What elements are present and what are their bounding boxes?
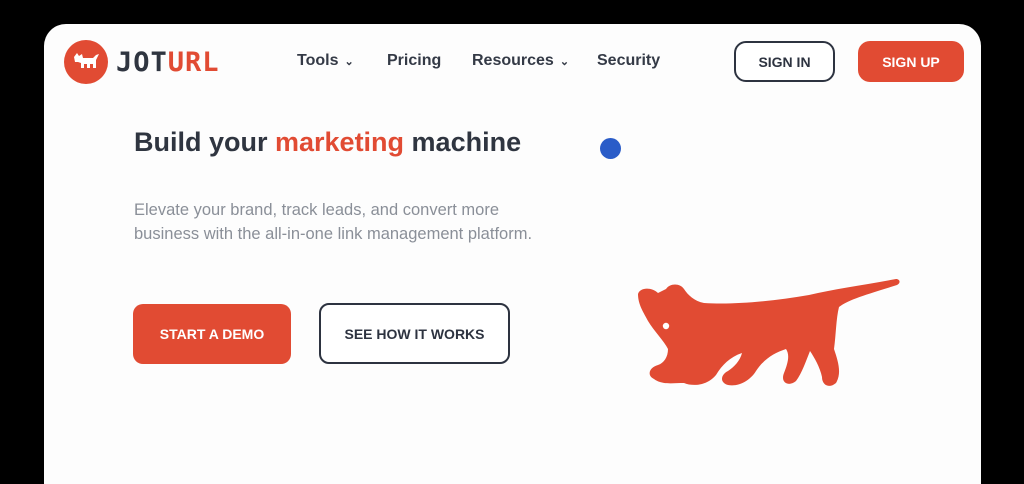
see-how-it-works-button[interactable]: SEE HOW IT WORKS (319, 303, 510, 364)
nav-item-label: Tools (297, 52, 339, 69)
decorative-dot (600, 138, 621, 159)
hero-description: Elevate your brand, track leads, and con… (134, 201, 533, 243)
dog-illustration (638, 279, 900, 386)
logo-badge (64, 40, 108, 84)
logo-text-url: URL (167, 46, 220, 78)
hero-title-accent: marketing (275, 127, 405, 157)
nav-item-pricing[interactable]: Pricing (387, 52, 441, 70)
browser-frame: JOTURL Tools ⌄ Pricing Resources ⌄ Securit… (44, 24, 981, 484)
sign-in-button[interactable]: SIGN IN (734, 41, 835, 82)
nav-item-tools[interactable]: Tools ⌄ (297, 52, 354, 70)
chevron-down-icon: ⌄ (344, 56, 354, 68)
dog-icon (74, 53, 99, 68)
nav-item-label: Resources (472, 52, 554, 69)
nav-item-label: Pricing (387, 52, 442, 69)
site-logo[interactable]: JOTURL (64, 40, 220, 84)
nav-item-security[interactable]: Security (597, 52, 660, 70)
logo-text-jot: JOT (116, 46, 168, 78)
nav-item-label: Security (597, 52, 661, 69)
start-demo-button[interactable]: START A DEMO (133, 304, 291, 364)
nav-item-resources[interactable]: Resources ⌄ (472, 52, 569, 70)
hero-title: Build your marketing machine (134, 127, 521, 158)
hero-title-prefix: Build your (134, 127, 275, 157)
sign-up-button[interactable]: SIGN UP (858, 41, 964, 82)
logo-wordmark: JOTURL (116, 49, 220, 76)
chevron-down-icon: ⌄ (559, 56, 570, 68)
hero-title-suffix: machine (404, 127, 522, 157)
